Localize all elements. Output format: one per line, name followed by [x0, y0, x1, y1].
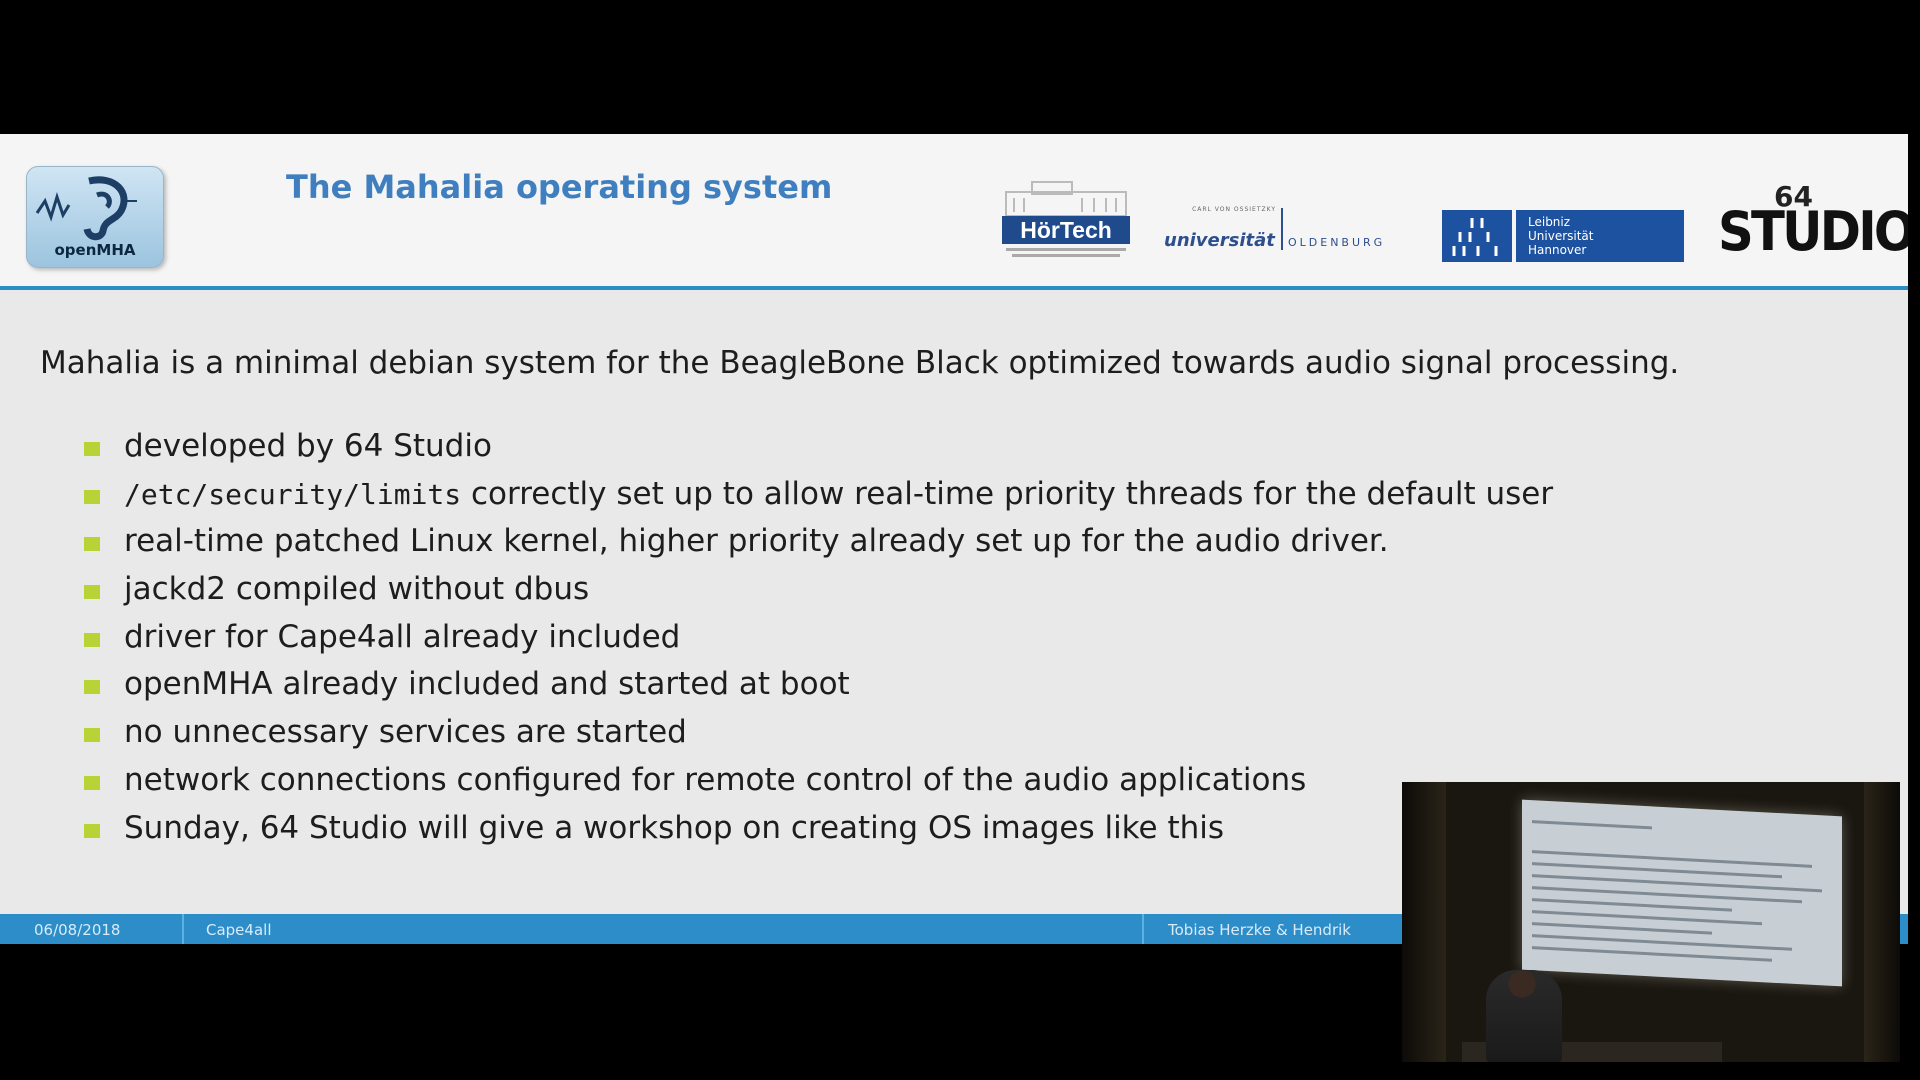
list-item: developed by 64 Studio	[84, 426, 1884, 474]
projected-slide-thumbnail	[1522, 799, 1842, 987]
list-item: driver for Cape4all already included	[84, 617, 1884, 665]
footer-authors: Tobias Herzke & Hendrik	[1168, 921, 1351, 939]
uol-carl-text: CARL VON OSSIETZKY	[1192, 206, 1276, 213]
footer-divider	[1142, 914, 1144, 944]
uol-universitaet-text: universität	[1164, 230, 1275, 251]
leibniz-hannover-logo: Leibniz Universität Hannover	[1442, 210, 1684, 262]
list-item: real-time patched Linux kernel, higher p…	[84, 521, 1884, 569]
hoertech-logo: HörTech	[1000, 180, 1132, 262]
openmha-logo: openMHA	[26, 166, 164, 268]
building-icon	[1005, 181, 1127, 216]
slide-title: The Mahalia operating system	[286, 168, 833, 206]
stage-curtain-left	[1402, 782, 1446, 1062]
bullet-square-icon	[84, 728, 100, 743]
stage-curtain-right	[1864, 782, 1900, 1062]
code-path: /etc/security/limits	[124, 477, 462, 511]
subtitle-lines-graphic	[1006, 248, 1126, 257]
slide-header: openMHA The Mahalia operating system Hör…	[0, 134, 1908, 290]
bullet-square-icon	[84, 823, 100, 838]
64-studio-wordmark: STUDIO	[1718, 200, 1908, 263]
luh-line-1: Leibniz	[1528, 215, 1571, 229]
footer-project: Cape4all	[206, 921, 272, 939]
footer-date: 06/08/2018	[34, 921, 121, 939]
speaker-figure	[1486, 970, 1562, 1062]
list-item: /etc/security/limits correctly set up to…	[84, 474, 1884, 522]
list-item: openMHA already included and started at …	[84, 664, 1884, 712]
64-studio-logo: 64 STUDIO	[1718, 180, 1908, 263]
bullet-square-icon	[84, 442, 100, 456]
luh-text-block: Leibniz Universität Hannover	[1516, 210, 1684, 262]
bullet-square-icon	[84, 585, 100, 600]
luh-line-2: Universität	[1528, 229, 1594, 243]
list-item: no unnecessary services are started	[84, 712, 1884, 760]
hoertech-name: HörTech	[1002, 216, 1130, 244]
speaker-camera-inset	[1402, 782, 1900, 1062]
bullet-square-icon	[84, 537, 100, 552]
bullet-square-icon	[84, 489, 100, 504]
uol-divider	[1281, 208, 1283, 250]
binary-digits-graphic	[1452, 218, 1498, 256]
luh-line-3: Hannover	[1528, 243, 1587, 257]
intro-paragraph: Mahalia is a minimal debian system for t…	[40, 345, 1680, 381]
uni-oldenburg-logo: CARL VON OSSIETZKY universität OLDENBURG	[1164, 206, 1410, 256]
uol-city-text: OLDENBURG	[1288, 236, 1386, 249]
ear-icon	[35, 176, 137, 241]
bullet-square-icon	[84, 775, 100, 790]
hoertech-subtitle-lines	[1002, 246, 1130, 262]
footer-divider	[182, 914, 184, 944]
openmha-logo-text: openMHA	[54, 241, 136, 259]
bullet-square-icon	[84, 680, 100, 695]
bullet-square-icon	[84, 632, 100, 647]
list-item: jackd2 compiled without dbus	[84, 569, 1884, 617]
luh-binary-mark	[1442, 210, 1512, 262]
